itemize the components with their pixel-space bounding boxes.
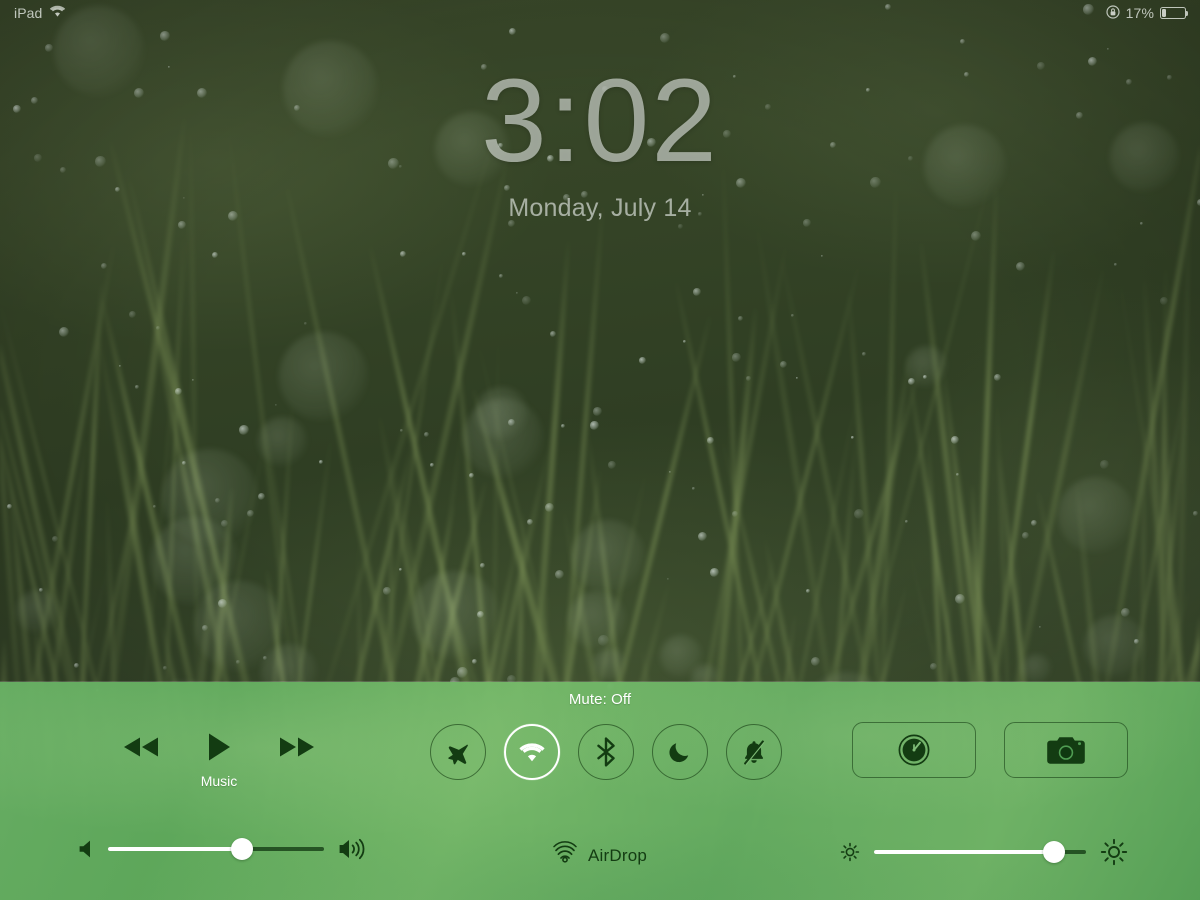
clock-date: Monday, July 14	[508, 194, 692, 222]
airdrop-icon	[553, 841, 577, 870]
toggle-bluetooth[interactable]	[578, 724, 634, 780]
wifi-icon	[49, 5, 66, 21]
mute-status-label: Mute: Off	[568, 691, 632, 708]
fast-forward-icon[interactable]	[276, 734, 318, 760]
airdrop-label: AirDrop	[587, 845, 648, 865]
status-bar-left: iPad	[14, 5, 66, 21]
control-center-panel: Mute: Off Music AirDrop	[0, 682, 1200, 900]
battery-fill	[1162, 9, 1166, 17]
timer-icon	[898, 734, 930, 766]
control-center-top-row: Music	[0, 720, 1200, 812]
music-label: Music	[200, 773, 238, 789]
battery-icon	[1160, 7, 1189, 19]
camera-icon	[1047, 736, 1085, 764]
rewind-icon[interactable]	[120, 734, 162, 760]
timer-button[interactable]	[852, 722, 976, 778]
music-controls-group: Music	[104, 730, 334, 789]
toggle-mute[interactable]	[726, 724, 782, 780]
control-center-toggles	[430, 724, 782, 780]
toggle-wifi[interactable]	[504, 724, 560, 780]
device-name-label: iPad	[14, 5, 43, 21]
lock-screen-clock: 3:02 Monday, July 14	[0, 62, 1200, 223]
toggle-airplane-mode[interactable]	[430, 724, 486, 780]
airdrop-button[interactable]: AirDrop	[0, 841, 1200, 870]
music-transport-buttons	[120, 730, 318, 764]
control-center-shortcuts	[852, 722, 1128, 778]
rotation-lock-icon	[1106, 4, 1120, 22]
clock-time: 3:02	[481, 55, 719, 187]
play-icon[interactable]	[204, 730, 234, 764]
toggle-do-not-disturb[interactable]	[652, 724, 708, 780]
status-bar-right: 17%	[1106, 4, 1189, 22]
battery-percent-label: 17%	[1125, 5, 1154, 21]
camera-button[interactable]	[1004, 722, 1128, 778]
status-bar: iPad 17%	[0, 0, 1200, 26]
